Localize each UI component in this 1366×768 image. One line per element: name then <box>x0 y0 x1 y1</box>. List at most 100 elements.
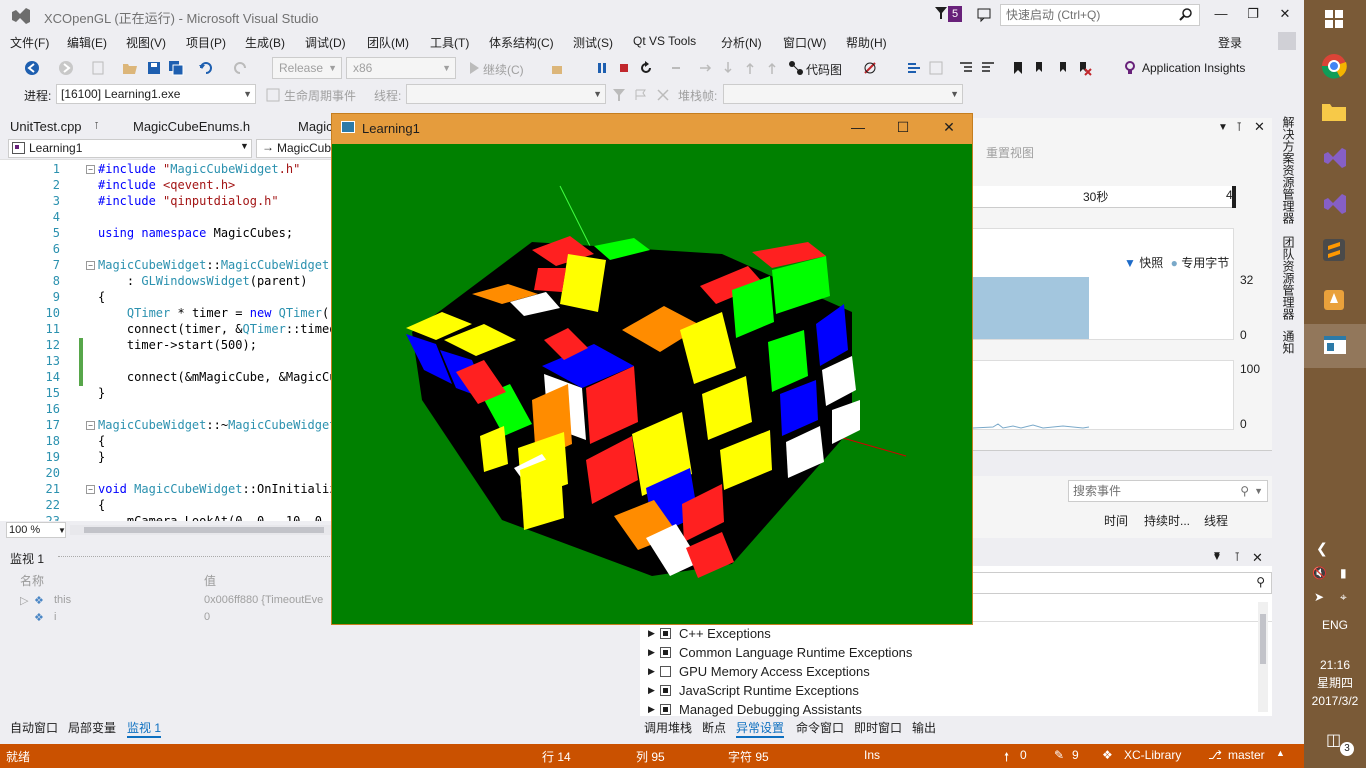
column-duration[interactable]: 持续时... <box>1144 512 1190 529</box>
tab-immediate-window[interactable]: 即时窗口 <box>854 719 902 736</box>
feedback-icon[interactable] <box>976 7 992 23</box>
tab-locals[interactable]: 局部变量 <box>68 719 116 736</box>
stop-icon[interactable] <box>616 60 632 76</box>
code-line[interactable]: mCamera.LookAt(0, 0, -10, 0, 0 <box>98 514 340 521</box>
application-insights-label[interactable]: Application Insights <box>1142 61 1245 75</box>
tab-unittest-cpp[interactable]: UnitTest.cpp <box>10 119 82 134</box>
exception-row[interactable]: ▶ GPU Memory Access Exceptions <box>648 664 870 679</box>
visual-studio-icon[interactable] <box>1318 142 1350 174</box>
zoom-select[interactable]: 100 % <box>6 522 66 538</box>
tab-call-stack[interactable]: 调用堆栈 <box>644 719 692 736</box>
pin-icon[interactable]: ⊺ <box>1236 120 1242 134</box>
project-navigation-select[interactable]: Learning1 <box>8 139 252 158</box>
prev-bookmark-icon[interactable] <box>1032 60 1048 76</box>
show-next-statement-icon[interactable] <box>668 60 684 76</box>
step-over-icon[interactable] <box>720 60 736 76</box>
visual-studio-icon[interactable] <box>1318 188 1350 220</box>
app-close-button[interactable]: ✕ <box>934 119 964 136</box>
code-line[interactable]: connect(timer, &QTimer::timeou <box>98 322 340 336</box>
branch-name[interactable]: master <box>1228 748 1265 762</box>
tab-breakpoints[interactable]: 断点 <box>702 719 726 736</box>
code-line[interactable]: QTimer * timer = new QTimer(); <box>98 306 340 320</box>
code-map-label[interactable]: 代码图 <box>806 61 842 78</box>
arrow-up-icon[interactable]: 🠕 <box>1004 748 1009 768</box>
exception-checkbox[interactable] <box>660 666 671 677</box>
chevron-up-icon[interactable]: ▲ <box>1276 748 1285 758</box>
app-maximize-button[interactable]: ☐ <box>888 119 918 136</box>
battery-icon[interactable]: ▮ <box>1340 566 1347 580</box>
exception-checkbox[interactable] <box>660 704 671 715</box>
continue-play-icon[interactable] <box>466 60 482 76</box>
exception-checkbox[interactable] <box>660 628 671 639</box>
attach-icon[interactable] <box>550 60 566 76</box>
chevron-down-icon[interactable]: ▼ <box>1254 481 1263 501</box>
code-editor[interactable]: 1 2 3 4 5 6 7 8 9 10 11 12 13 14 15 16 17 18 19 20 21 22 23 #i… <box>0 159 340 521</box>
show-hidden-icons-chevron-icon[interactable]: ❮ <box>1316 540 1328 557</box>
process-select[interactable]: [16100] Learning1.exe ▼ <box>56 84 256 104</box>
menu-tools[interactable]: 工具(T) <box>430 34 469 51</box>
chevron-down-icon[interactable]: ▼ <box>58 526 66 535</box>
chrome-icon[interactable] <box>1318 50 1350 82</box>
menu-project[interactable]: 项目(P) <box>186 34 226 51</box>
exception-checkbox[interactable] <box>660 685 671 696</box>
minimize-button[interactable]: — <box>1206 4 1236 24</box>
sign-in-link[interactable]: 登录 <box>1218 34 1242 51</box>
code-line[interactable]: MagicCubeWidget::~MagicCubeWidget <box>98 418 336 432</box>
pen-icon[interactable]: ➤ <box>1314 590 1324 604</box>
exception-search-input[interactable]: ⚲ <box>972 572 1272 594</box>
close-icon[interactable]: ✕ <box>1252 550 1263 566</box>
code-line[interactable]: connect(&mMagicCube, &MagicCub <box>98 370 340 384</box>
expand-arrow-icon[interactable]: ▶ <box>648 685 658 696</box>
navigate-forward-icon[interactable] <box>58 60 74 76</box>
opengl-viewport[interactable] <box>332 144 972 624</box>
pin-icon[interactable]: ⊺ <box>1234 550 1240 564</box>
learning1-app-icon[interactable] <box>1322 332 1348 358</box>
reset-view-button[interactable]: 重置视图 <box>986 144 1034 161</box>
code-line[interactable]: } <box>98 450 105 464</box>
step-back-icon[interactable] <box>764 60 780 76</box>
menu-help[interactable]: 帮助(H) <box>846 34 887 51</box>
toggle-flag-icon[interactable] <box>656 88 670 102</box>
tab-autos[interactable]: 自动窗口 <box>10 719 58 736</box>
menu-file[interactable]: 文件(F) <box>10 34 49 51</box>
open-file-icon[interactable] <box>122 60 138 76</box>
fold-toggle-icon[interactable]: − <box>86 485 95 494</box>
tab-watch-1[interactable]: 监视 1 <box>127 719 162 738</box>
redo-icon[interactable] <box>232 60 248 76</box>
unpublished-commits-count[interactable]: 0 <box>1020 748 1027 762</box>
tab-magiccube[interactable]: Magic <box>298 119 333 134</box>
tab-team-explorer[interactable]: 团队资源管理器 <box>1280 236 1297 320</box>
notes-app-icon[interactable] <box>1318 284 1350 316</box>
tab-magiccubeenums-h[interactable]: MagicCubeEnums.h <box>133 119 250 134</box>
notification-flag-icon[interactable] <box>934 6 948 20</box>
menu-window[interactable]: 窗口(W) <box>783 34 826 51</box>
exception-row[interactable]: ▶ Managed Debugging Assistants <box>648 702 862 717</box>
code-line[interactable]: using namespace MagicCubes; <box>98 226 293 240</box>
events-search-input[interactable]: 搜索事件 ⚲ ▼ <box>1068 480 1268 502</box>
restart-icon[interactable] <box>638 60 654 76</box>
clear-bookmarks-icon[interactable] <box>1076 60 1092 76</box>
code-line[interactable]: { <box>98 290 105 304</box>
expand-arrow-icon[interactable]: ▶ <box>648 647 658 658</box>
lifecycle-events-label[interactable]: 生命周期事件 <box>284 87 356 104</box>
vertical-scrollbar[interactable] <box>1258 602 1268 712</box>
repository-icon[interactable]: ❖ <box>1102 748 1113 762</box>
exception-row[interactable]: ▶ C++ Exceptions <box>648 626 771 641</box>
next-bookmark-icon[interactable] <box>1054 60 1070 76</box>
sublime-text-icon[interactable] <box>1318 234 1350 266</box>
bookmark-icon[interactable] <box>1010 60 1026 76</box>
code-line[interactable]: timer->start(500); <box>98 338 257 352</box>
expand-arrow-icon[interactable]: ▶ <box>648 704 658 715</box>
menu-view[interactable]: 视图(V) <box>126 34 166 51</box>
watch-row-value[interactable]: 0x006ff880 {TimeoutEve <box>204 594 323 606</box>
search-icon[interactable]: ⚲ <box>1256 575 1265 589</box>
menu-qt-vs-tools[interactable]: Qt VS Tools <box>633 34 696 48</box>
timeline-marker[interactable] <box>1232 186 1236 208</box>
filter-icon[interactable] <box>612 88 626 102</box>
column-thread[interactable]: 线程 <box>1204 512 1228 529</box>
windows-start-icon[interactable] <box>1325 10 1343 28</box>
tab-solution-explorer[interactable]: 解决方案资源管理器 <box>1280 116 1297 224</box>
tab-notifications[interactable]: 通知 <box>1280 330 1297 354</box>
watch-row-name[interactable]: i <box>54 611 56 623</box>
expand-arrow-icon[interactable]: ▶ <box>648 666 658 677</box>
